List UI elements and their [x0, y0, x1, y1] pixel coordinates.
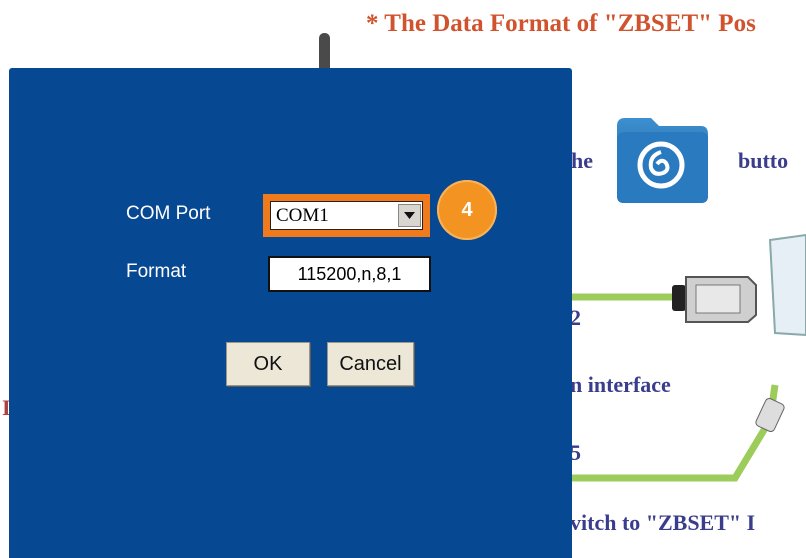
- serial-cable-icon: [570, 225, 806, 495]
- background-text-fragment: butto: [738, 148, 789, 173]
- background-text-fragment: n interface: [570, 372, 671, 397]
- antenna-graphic: [319, 33, 330, 73]
- com-port-label: COM Port: [126, 203, 211, 224]
- background-text-fragment: vitch to "ZBSET" I: [570, 510, 756, 535]
- chevron-down-icon[interactable]: [398, 204, 421, 227]
- app-folder-icon[interactable]: [613, 112, 712, 206]
- com-port-select[interactable]: COM1: [270, 201, 423, 230]
- page-heading: * The Data Format of "ZBSET" Pos: [366, 10, 756, 37]
- format-label: Format: [126, 261, 187, 282]
- background-text-fragment: he: [571, 148, 593, 173]
- cancel-button[interactable]: Cancel: [327, 342, 414, 386]
- com-settings-dialog: COM Port COM1 4 Format 115200,n,8,1 OK C…: [9, 68, 572, 558]
- com-port-value: COM1: [276, 205, 329, 226]
- ok-button[interactable]: OK: [226, 342, 310, 386]
- format-field[interactable]: 115200,n,8,1: [268, 256, 431, 292]
- step-number-badge: 4: [437, 180, 497, 240]
